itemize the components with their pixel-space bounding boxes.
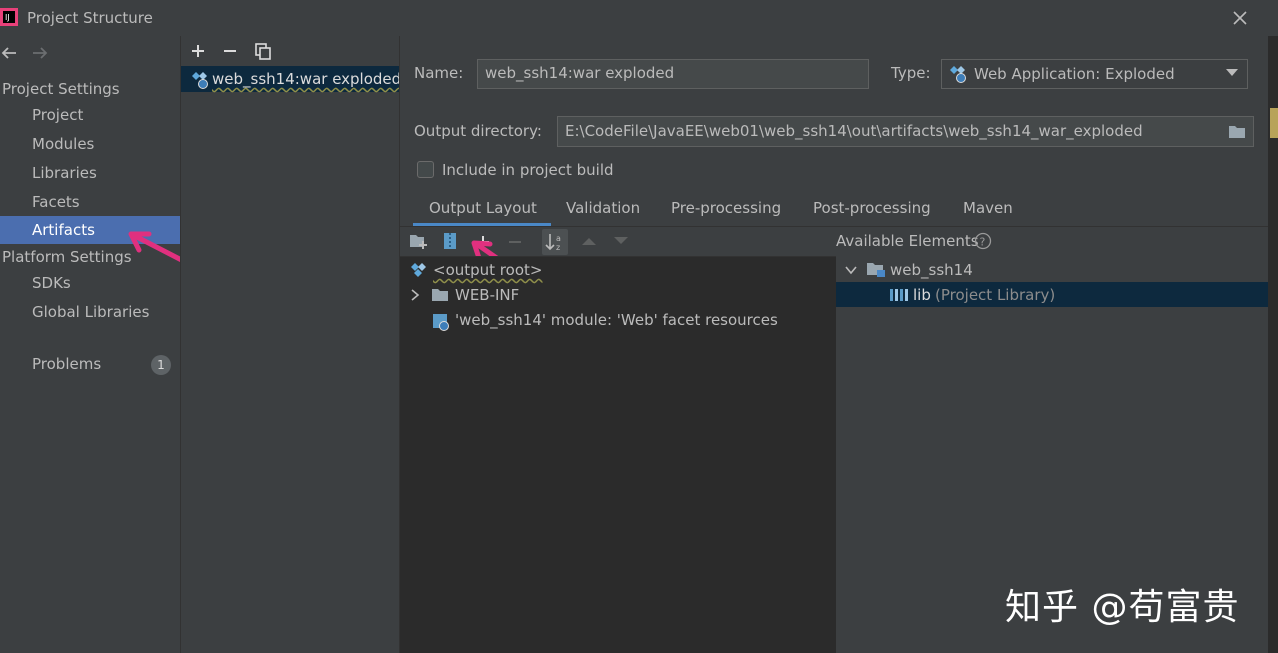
folder-browse-icon[interactable] xyxy=(1228,124,1246,139)
remove-artifact-icon[interactable] xyxy=(222,43,238,59)
library-scope: (Project Library) xyxy=(935,286,1056,304)
sidebar-item-artifacts[interactable]: Artifacts xyxy=(32,221,95,239)
type-select-value: Web Application: Exploded xyxy=(974,65,1175,83)
include-in-build-label: Include in project build xyxy=(442,161,614,179)
watermark-text: 知乎 @苟富贵 xyxy=(1005,587,1240,628)
move-up-icon[interactable] xyxy=(581,236,597,246)
tab-post-processing[interactable]: Post-processing xyxy=(813,199,931,217)
library-icon xyxy=(889,287,909,302)
title-bar xyxy=(0,0,1278,36)
nav-section-platform-settings: Platform Settings xyxy=(2,248,132,266)
sidebar-item-problems[interactable]: Problems xyxy=(32,355,101,373)
settings-sidebar xyxy=(0,36,180,653)
web-facet-icon xyxy=(432,313,450,331)
tab-output-layout[interactable]: Output Layout xyxy=(429,199,537,217)
library-name: lib xyxy=(913,286,931,304)
tree-node-output-root[interactable]: <output root> xyxy=(433,261,542,279)
tabs-separator xyxy=(400,226,1278,227)
nav-section-project-settings: Project Settings xyxy=(2,80,120,98)
web-exploded-icon xyxy=(949,65,967,83)
intellij-app-icon: IJ xyxy=(0,8,18,26)
output-root-icon xyxy=(410,262,428,278)
include-in-build-checkbox[interactable] xyxy=(417,161,434,178)
svg-text:?: ? xyxy=(980,236,986,249)
chevron-right-icon[interactable] xyxy=(410,289,420,301)
create-archive-icon[interactable] xyxy=(443,232,457,250)
back-arrow-icon[interactable] xyxy=(0,45,18,61)
output-directory-label: Output directory: xyxy=(414,122,542,140)
tree-node-facet-resources[interactable]: 'web_ssh14' module: 'Web' facet resource… xyxy=(455,311,778,329)
svg-text:a: a xyxy=(556,234,561,243)
window-title: Project Structure xyxy=(27,9,153,27)
sidebar-item-facets[interactable]: Facets xyxy=(32,193,80,211)
artifacts-list-panel xyxy=(181,36,399,653)
chevron-down-icon[interactable] xyxy=(845,265,857,275)
move-down-icon[interactable] xyxy=(613,236,629,246)
chevron-down-icon xyxy=(1226,69,1238,77)
module-folder-icon xyxy=(866,261,886,278)
sidebar-item-libraries[interactable]: Libraries xyxy=(32,164,97,182)
copy-artifact-icon[interactable] xyxy=(254,42,272,60)
type-label: Type: xyxy=(891,64,931,82)
background-window-highlight xyxy=(1270,108,1278,138)
sort-elements-button[interactable]: az xyxy=(542,229,568,255)
svg-text:z: z xyxy=(556,243,560,252)
output-directory-field[interactable]: E:\CodeFile\JavaEE\web01\web_ssh14\out\a… xyxy=(557,116,1254,147)
available-elements-header: Available Elements xyxy=(836,232,979,250)
tab-pre-processing[interactable]: Pre-processing xyxy=(671,199,781,217)
artifact-list-label: web_ssh14:war exploded xyxy=(212,70,402,88)
add-artifact-icon[interactable] xyxy=(190,43,206,59)
web-artifact-icon xyxy=(191,71,209,89)
sidebar-item-sdks[interactable]: SDKs xyxy=(32,274,71,292)
folder-icon xyxy=(431,287,449,302)
sidebar-item-modules[interactable]: Modules xyxy=(32,135,94,153)
tab-maven[interactable]: Maven xyxy=(963,199,1013,217)
tree-node-web-inf[interactable]: WEB-INF xyxy=(455,286,519,304)
available-module-node[interactable]: web_ssh14 xyxy=(890,261,973,279)
problems-count-badge: 1 xyxy=(151,355,171,375)
close-icon[interactable] xyxy=(1231,9,1249,27)
tab-validation[interactable]: Validation xyxy=(566,199,640,217)
create-directory-icon[interactable] xyxy=(409,233,429,249)
name-field[interactable]: web_ssh14:war exploded xyxy=(477,59,869,89)
svg-text:IJ: IJ xyxy=(5,13,10,22)
help-icon[interactable]: ? xyxy=(974,232,992,250)
name-label: Name: xyxy=(414,64,464,82)
sidebar-item-global-libraries[interactable]: Global Libraries xyxy=(32,303,149,321)
sidebar-item-project[interactable]: Project xyxy=(32,106,83,124)
forward-arrow-icon[interactable] xyxy=(31,45,49,61)
